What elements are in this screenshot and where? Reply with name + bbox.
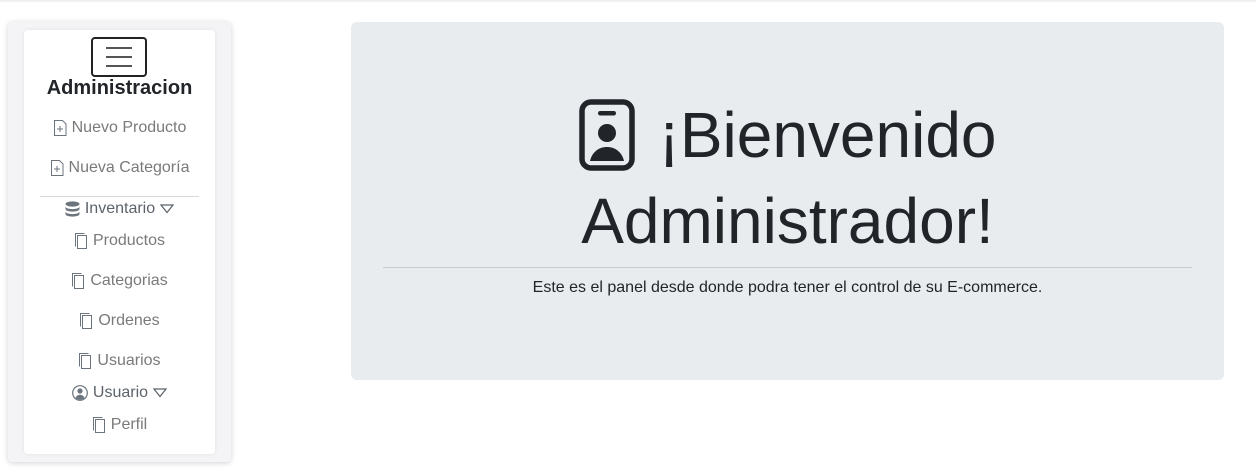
- dropdown-inventario[interactable]: Inventario: [24, 200, 215, 218]
- nav-link-ordenes[interactable]: Ordenes: [24, 312, 215, 330]
- lead-text: Este es el panel desde donde podra tener…: [532, 279, 1043, 296]
- nav-link-label: Ordenes: [98, 312, 160, 329]
- welcome-heading: ¡Bienvenido Administrador!: [351, 92, 1224, 264]
- welcome-line1: ¡Bienvenido: [658, 99, 997, 171]
- caret-down-icon: [160, 204, 175, 214]
- dropdown-usuario[interactable]: Usuario: [24, 384, 215, 402]
- nav-link-label: Usuarios: [97, 352, 161, 369]
- person-circle-icon: [72, 385, 88, 401]
- dropdown-label: Inventario: [84, 200, 156, 217]
- nav-link-categorias[interactable]: Categorias: [24, 272, 215, 290]
- sidebar: Administracion Nuevo Producto Nueva Cate…: [24, 30, 215, 454]
- nav-link-label: Perfil: [110, 416, 148, 433]
- nav-link-productos[interactable]: Productos: [24, 232, 215, 250]
- sidebar-divider: [40, 196, 199, 197]
- file-plus-icon: [50, 160, 64, 176]
- nav-link-label: Nueva Categoría: [68, 159, 190, 176]
- sidebar-brand: Administracion: [46, 77, 193, 99]
- top-border: [0, 0, 1256, 3]
- files-icon: [92, 417, 106, 433]
- divider: [383, 267, 1192, 268]
- nav-link-label: Nuevo Producto: [71, 119, 187, 136]
- sidebar-container: Administracion Nuevo Producto Nueva Cate…: [8, 22, 231, 462]
- dropdown-label: Usuario: [92, 384, 149, 401]
- welcome-jumbotron: ¡Bienvenido Administrador! Este es el pa…: [351, 22, 1224, 380]
- nav-link-usuarios[interactable]: Usuarios: [24, 352, 215, 370]
- navbar-toggler-button[interactable]: [91, 37, 147, 77]
- nav-link-nueva-categoria[interactable]: Nueva Categoría: [24, 159, 215, 177]
- files-icon: [78, 353, 92, 369]
- hamburger-icon: [106, 47, 132, 49]
- caret-down-icon: [153, 388, 168, 398]
- database-icon: [65, 201, 80, 217]
- welcome-line2: Administrador!: [581, 185, 994, 257]
- nav-link-label: Categorias: [90, 272, 168, 289]
- files-icon: [79, 313, 93, 329]
- files-icon: [74, 233, 88, 249]
- person-badge-icon: [578, 99, 635, 171]
- files-icon: [71, 273, 85, 289]
- file-plus-icon: [53, 120, 67, 136]
- nav-link-nuevo-producto[interactable]: Nuevo Producto: [24, 119, 215, 137]
- nav-link-label: Productos: [92, 232, 166, 249]
- nav-link-perfil[interactable]: Perfil: [24, 416, 215, 434]
